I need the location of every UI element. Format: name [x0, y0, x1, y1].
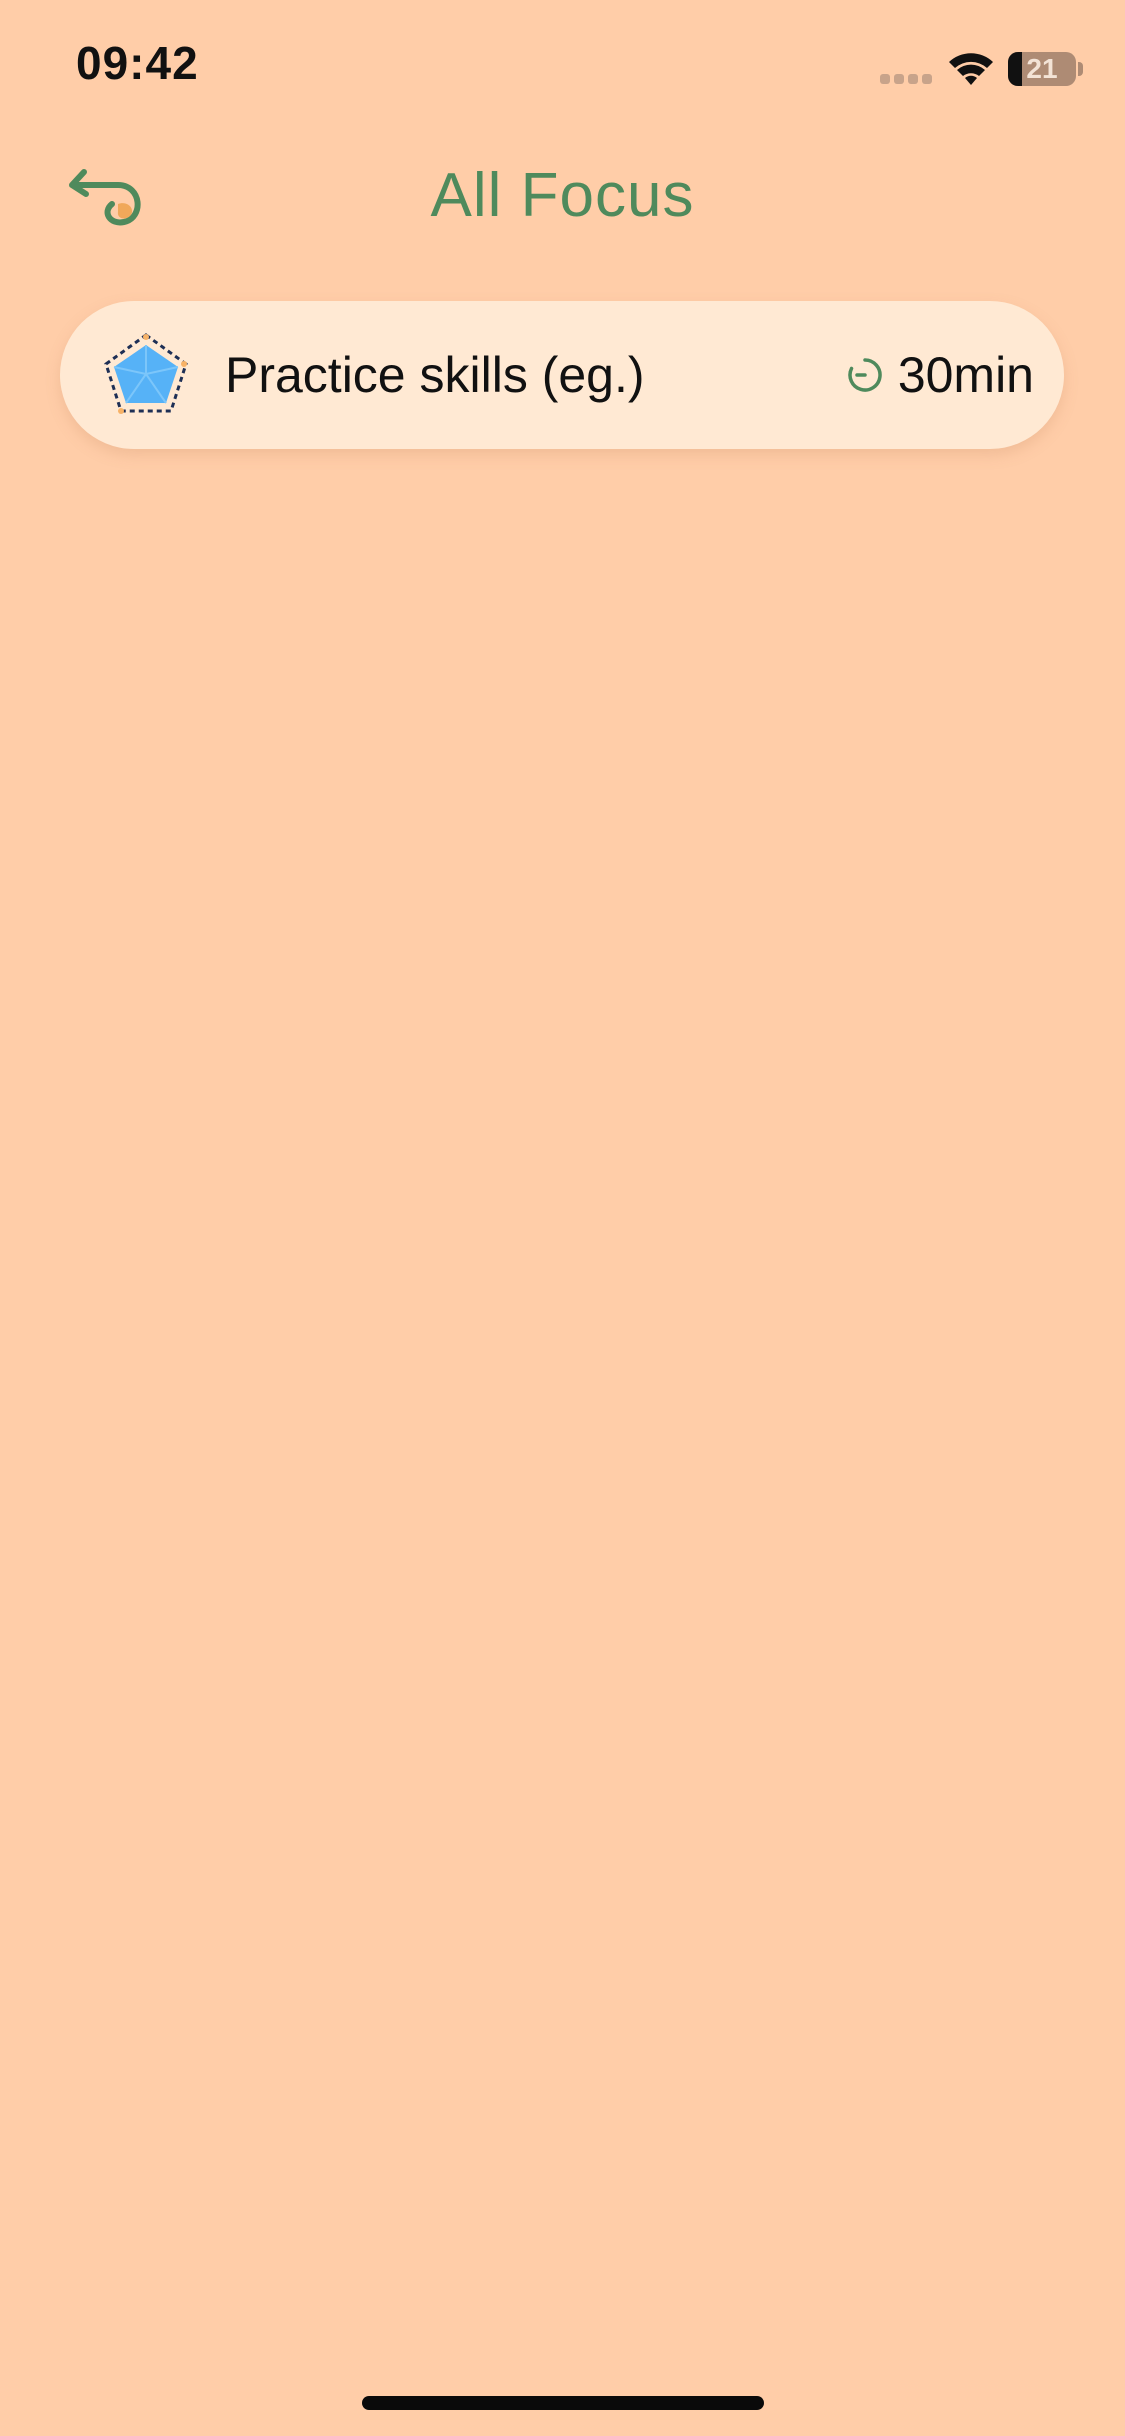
cellular-signal-icon	[880, 74, 934, 86]
focus-duration-group: 30min	[846, 301, 1034, 449]
focus-item-card[interactable]: Practice skills (eg.) 30min	[60, 301, 1064, 449]
battery-level: 21	[1026, 53, 1058, 84]
home-indicator[interactable]	[362, 2396, 764, 2410]
wifi-icon	[949, 53, 993, 85]
status-bar: 09:42 21	[0, 0, 1125, 140]
battery-icon: 21	[1008, 52, 1076, 86]
focus-item-duration: 30min	[897, 347, 1034, 403]
page-title: All Focus	[430, 161, 695, 230]
status-time: 09:42	[76, 37, 199, 89]
pentagon-radar-icon	[104, 333, 188, 414]
navigation-bar: All Focus	[0, 140, 1125, 250]
timer-icon	[848, 358, 882, 392]
battery-cap	[1078, 62, 1083, 76]
focus-item-title: Practice skills (eg.)	[225, 347, 645, 403]
